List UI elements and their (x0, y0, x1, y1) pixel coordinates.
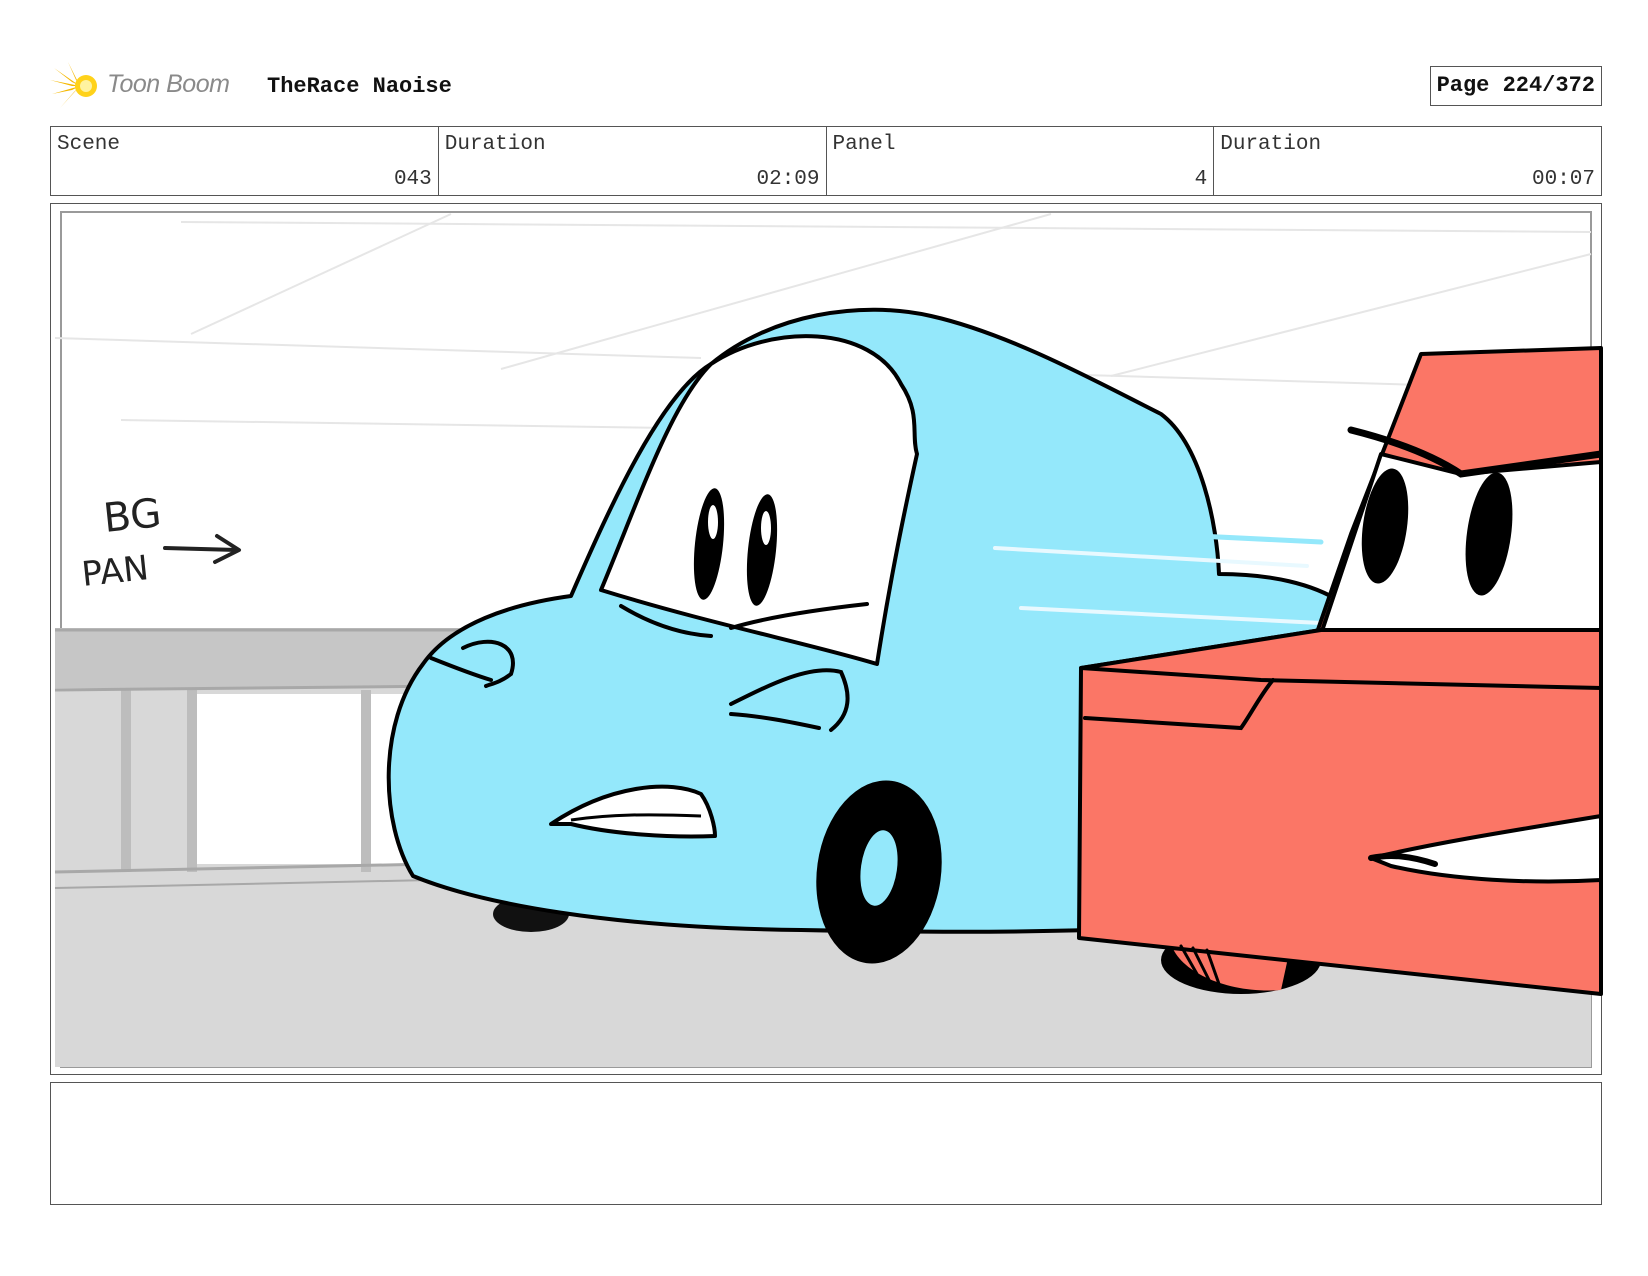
panel-notes-box (50, 1082, 1602, 1205)
page-number: Page 224/372 (1429, 66, 1602, 106)
panel-duration-value: 00:07 (1531, 168, 1595, 191)
scene-info-table: Scene 043 Duration 02:09 Panel 4 Duratio… (50, 126, 1602, 196)
panel-duration-cell: Duration 00:07 (1214, 127, 1601, 195)
scene-label: Scene (57, 133, 121, 156)
project-title: TheRace Naoise (267, 74, 452, 99)
storyboard-panel: BG PAN (50, 203, 1603, 1075)
page-header: Toon Boom TheRace Naoise Page 224/372 (50, 56, 1602, 116)
panel-label: Panel (832, 133, 896, 156)
scene-duration-label: Duration (444, 133, 546, 156)
panel-value: 4 (1194, 168, 1208, 191)
panel-duration-label: Duration (1220, 133, 1322, 156)
starburst-icon (50, 62, 97, 108)
scene-cell: Scene 043 (51, 127, 439, 195)
scene-duration-cell: Duration 02:09 (439, 127, 827, 195)
toon-boom-logo: Toon Boom (50, 60, 250, 112)
scene-value: 043 (393, 168, 432, 191)
annotation-pan: PAN (80, 548, 151, 595)
panel-drawing: BG PAN (54, 211, 1603, 1068)
panel-cell: Panel 4 (827, 127, 1215, 195)
scene-duration-value: 02:09 (756, 168, 820, 191)
annotation-bg: BG (101, 490, 163, 542)
logo-wordmark: Toon Boom (107, 70, 230, 98)
